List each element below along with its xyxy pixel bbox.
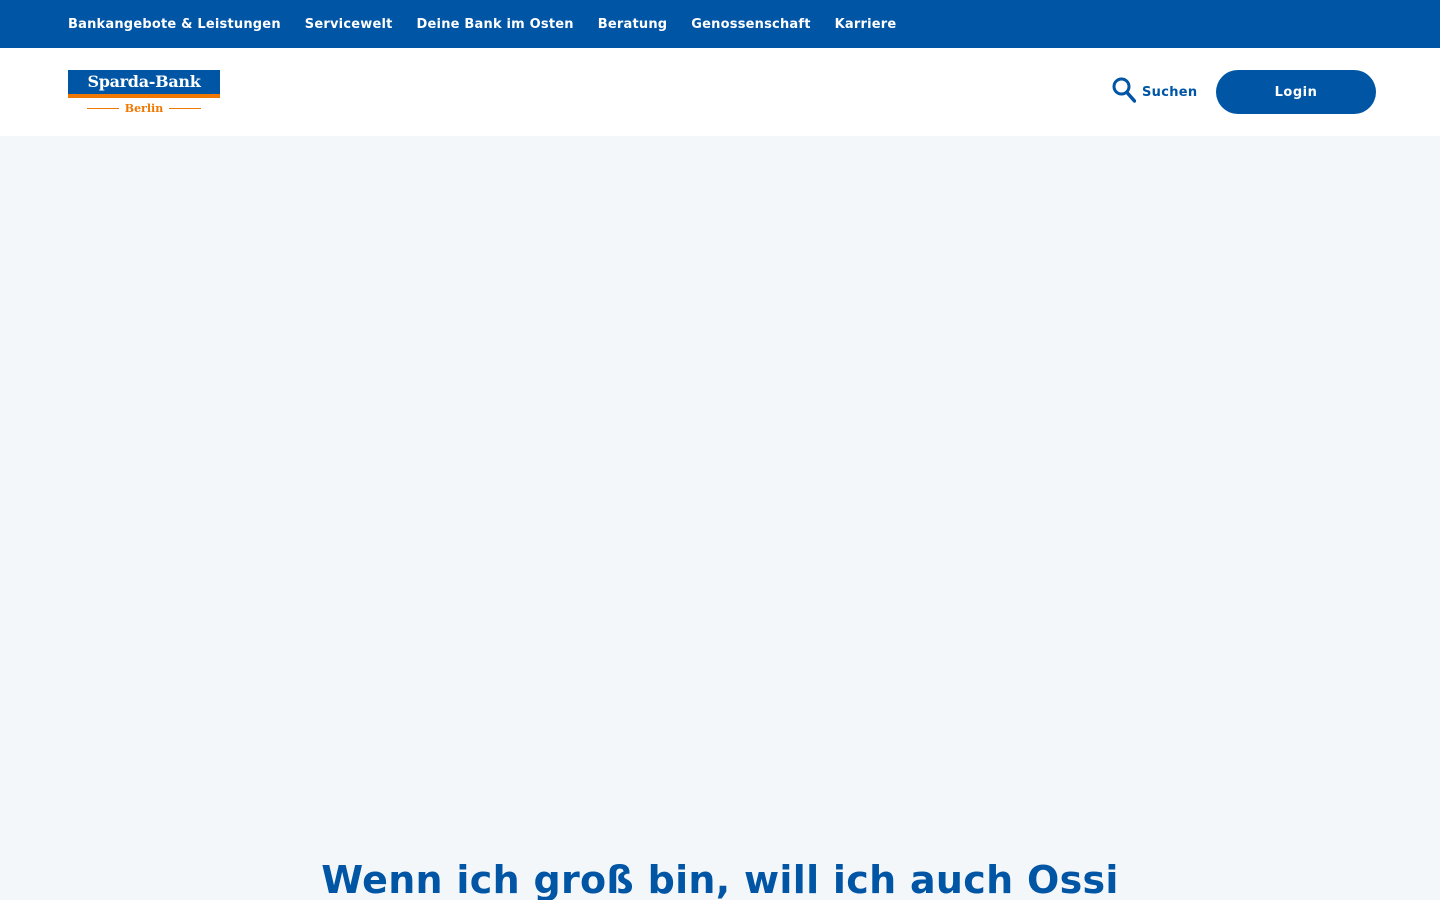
top-nav-item-beratung[interactable]: Beratung [598,17,668,32]
logo-right-line [169,108,202,109]
logo-city-row: Berlin [68,101,220,116]
logo-left-line [86,108,119,109]
search-icon [1112,77,1137,107]
search-label: Suchen [1142,84,1198,100]
top-nav-item-genossenschaft[interactable]: Genossenschaft [691,17,810,32]
login-button[interactable]: Login [1216,70,1376,114]
top-nav-item-servicewelt[interactable]: Servicewelt [305,17,393,32]
hero-title: Wenn ich groß bin, will ich auch Ossi [321,858,1119,900]
top-nav-item-deine-bank-im-osten[interactable]: Deine Bank im Osten [417,17,574,32]
top-nav: Bankangebote & Leistungen Servicewelt De… [68,17,896,32]
top-nav-item-bankangebote[interactable]: Bankangebote & Leistungen [68,17,281,32]
site-header: Sparda-Bank Berlin Suchen Login [0,48,1440,136]
logo-wordmark: Sparda-Bank [68,70,220,94]
sparda-bank-logo[interactable]: Sparda-Bank Berlin [68,70,220,116]
logo-orange-stripe [68,94,220,98]
logo-city: Berlin [124,102,164,115]
hero-section: Wenn ich groß bin, will ich auch Ossi [0,136,1440,900]
search-button[interactable]: Suchen [1112,77,1198,107]
top-navigation-bar: Bankangebote & Leistungen Servicewelt De… [0,0,1440,48]
top-nav-item-karriere[interactable]: Karriere [835,17,897,32]
